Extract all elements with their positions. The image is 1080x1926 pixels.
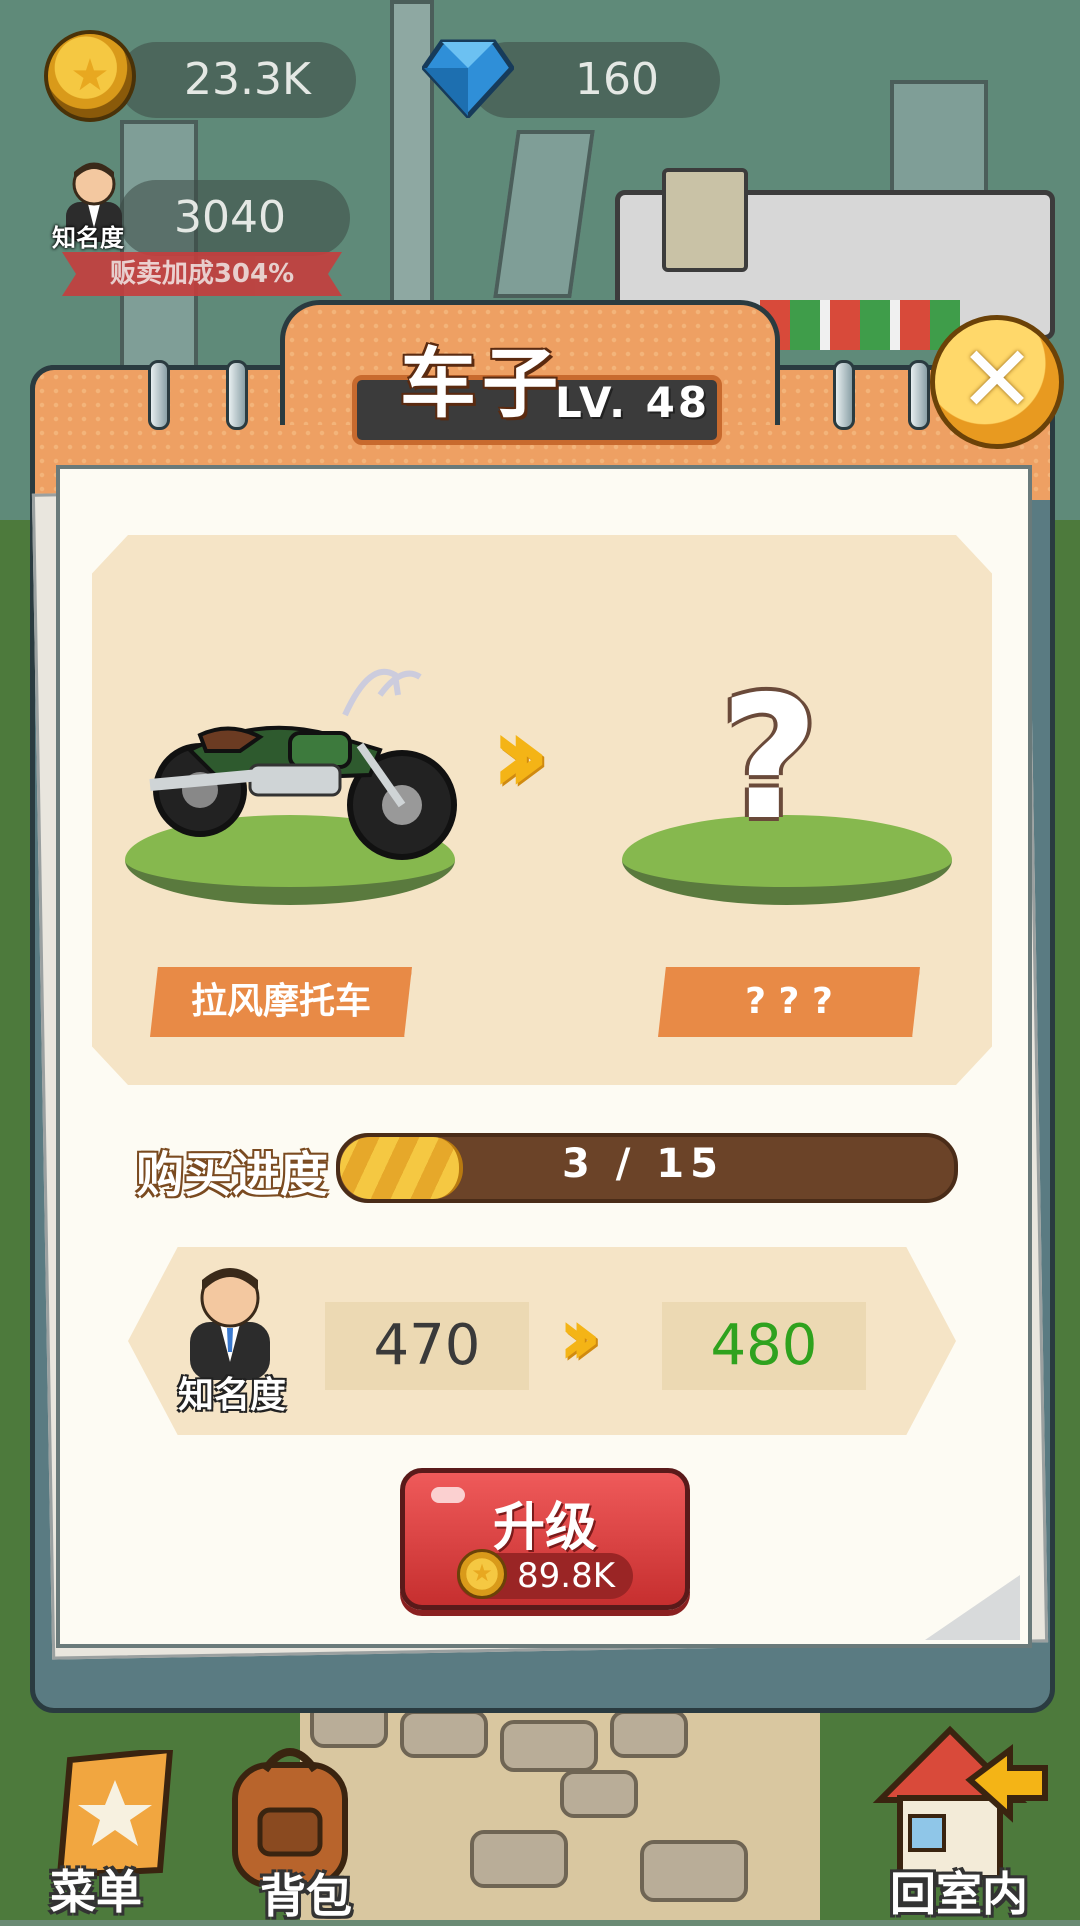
coin-icon: ★ xyxy=(44,30,136,122)
path-stone xyxy=(470,1830,568,1888)
bag-label: 背包 xyxy=(260,1869,352,1923)
gem-icon xyxy=(422,39,514,118)
page-corner-fold xyxy=(925,1575,1020,1640)
next-item-name: ? ? ? xyxy=(658,967,920,1037)
gem-amount: 160 xyxy=(575,54,659,105)
menu-button[interactable]: 菜单 xyxy=(40,1750,190,1920)
coin-amount: 23.3K xyxy=(184,54,311,105)
fame-amount: 3040 xyxy=(174,192,286,243)
upgrade-cost: 89.8K xyxy=(517,1556,615,1596)
binder-ring xyxy=(908,360,930,430)
bag-button[interactable]: 背包 xyxy=(210,1740,370,1923)
dialog-title: 车子 xyxy=(400,339,564,428)
upgrade-button[interactable]: 升级 ★ 89.8K xyxy=(400,1468,690,1610)
fame-next-value: 480 xyxy=(662,1302,866,1390)
path-stone xyxy=(610,1710,688,1758)
path-stone xyxy=(640,1840,748,1902)
purchase-progress-text: 3 / 15 xyxy=(562,1141,724,1187)
sales-bonus-ribbon: 贩卖加成304% xyxy=(62,252,342,296)
binder-ring xyxy=(148,360,170,430)
coin-counter: 23.3K xyxy=(118,42,356,118)
chevron-right-icon: ›› xyxy=(490,690,550,818)
motorcycle-image xyxy=(149,668,457,860)
current-item-name: 拉风摩托车 xyxy=(150,967,412,1037)
purchase-progress-label: 购买进度 xyxy=(136,1147,329,1203)
fame-current-value: 470 xyxy=(325,1302,529,1390)
go-indoors-label: 回室内 xyxy=(890,1867,1028,1921)
close-button[interactable]: ✕ xyxy=(930,315,1064,449)
binder-ring xyxy=(833,360,855,430)
chevron-right-icon: ›› xyxy=(558,1290,602,1383)
binder-ring xyxy=(226,360,248,430)
path-stone xyxy=(400,1710,488,1758)
manager-avatar-icon xyxy=(190,1268,270,1380)
path-stone xyxy=(500,1720,598,1772)
fame-tag: 知名度 xyxy=(52,224,124,252)
level-label: LV. 48 xyxy=(555,378,711,427)
coin-icon: ★ xyxy=(457,1549,507,1599)
vent-fan xyxy=(662,168,748,272)
fame-label: 知名度 xyxy=(178,1375,287,1416)
unknown-item-icon: ? xyxy=(720,660,819,858)
path-stone xyxy=(560,1770,638,1818)
store-sign xyxy=(760,300,960,350)
fame-counter: 3040 xyxy=(118,180,350,256)
upgrade-label: 升级 xyxy=(492,1498,597,1558)
close-icon: ✕ xyxy=(958,326,1036,433)
go-indoors-button[interactable]: 回室内 xyxy=(870,1720,1050,1921)
house-return-icon xyxy=(872,1725,1048,1880)
menu-label: 菜单 xyxy=(50,1865,142,1919)
